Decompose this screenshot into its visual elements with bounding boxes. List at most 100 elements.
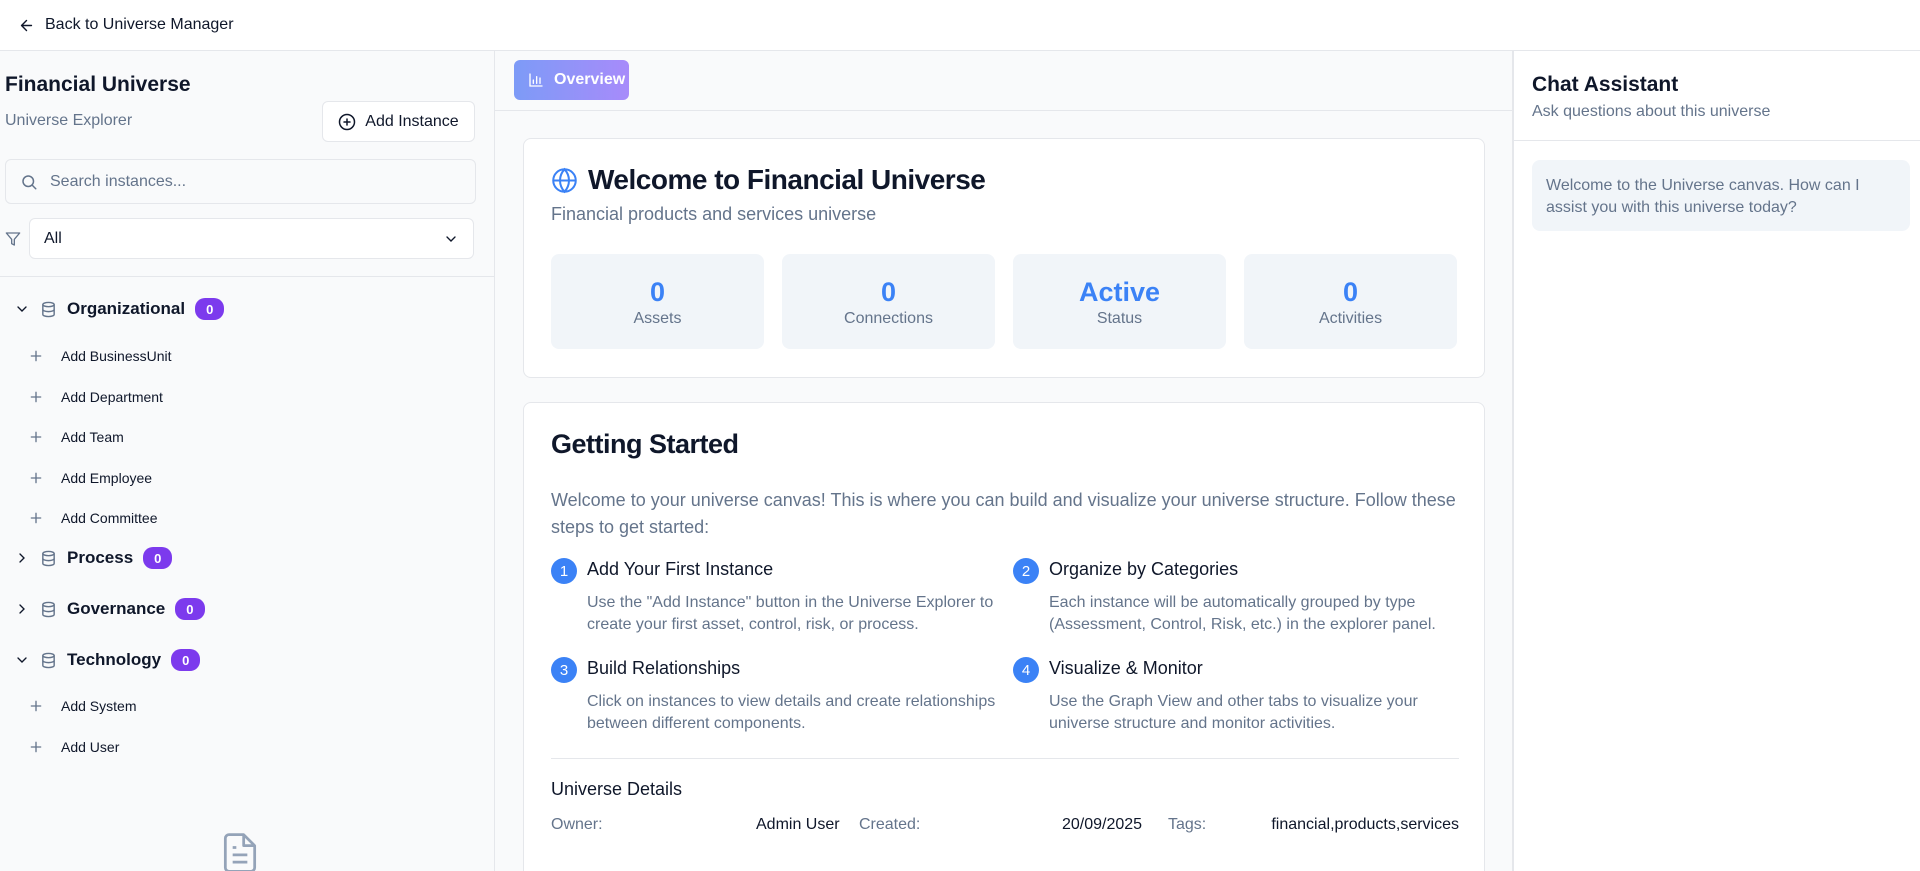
universe-details-title: Universe Details xyxy=(551,779,683,799)
welcome-subtitle: Financial products and services universe xyxy=(551,204,877,224)
arrow-left-icon xyxy=(20,19,33,31)
stat-connections: 0 Connections xyxy=(782,254,995,349)
created-label: Created: xyxy=(859,816,921,833)
step-number: 1 xyxy=(551,558,577,584)
stat-status: Active Status xyxy=(1013,254,1226,349)
step-title: Build Relationships xyxy=(587,658,741,678)
count-badge: 0 xyxy=(195,298,225,320)
tags-value: financial,products,services xyxy=(1271,816,1459,833)
add-instance-button[interactable]: Add Instance xyxy=(322,101,475,142)
divider xyxy=(551,758,1459,759)
category-governance[interactable]: Governance 0 xyxy=(14,596,205,622)
step-number: 2 xyxy=(1013,558,1039,584)
step-number: 3 xyxy=(551,657,577,683)
created-value: 20/09/2025 xyxy=(1062,816,1143,833)
universe-explorer-sidebar: Financial Universe Universe Explorer Add… xyxy=(0,51,495,871)
step-number: 4 xyxy=(1013,657,1039,683)
tags-label: Tags: xyxy=(1168,816,1207,833)
search-input[interactable] xyxy=(50,172,450,191)
welcome-heading: Welcome to Financial Universe xyxy=(551,164,986,196)
step-title: Visualize & Monitor xyxy=(1049,658,1203,678)
filter-row: All xyxy=(5,218,474,259)
plus-circle-icon xyxy=(339,113,356,130)
getting-started-intro: Welcome to your universe canvas! This is… xyxy=(551,490,1456,537)
step-title: Add Your First Instance xyxy=(587,559,774,579)
back-to-universe-manager-link[interactable]: Back to Universe Manager xyxy=(18,16,234,34)
chevron-right-icon xyxy=(19,604,25,614)
count-badge: 0 xyxy=(143,547,173,569)
assistant-message: Welcome to the Universe canvas. How can … xyxy=(1532,160,1910,231)
welcome-card: Welcome to Financial Universe Financial … xyxy=(523,138,1485,378)
add-item-label: Add System xyxy=(61,698,137,714)
category-label: Technology xyxy=(67,650,162,669)
chevron-down-icon xyxy=(17,306,27,312)
add-item-label: Add User xyxy=(61,739,120,755)
getting-started-card: Getting Started Welcome to your universe… xyxy=(523,402,1485,871)
bar-chart-icon xyxy=(529,73,543,87)
chat-header: Chat Assistant Ask questions about this … xyxy=(1514,51,1920,141)
welcome-title: Welcome to Financial Universe xyxy=(588,164,986,195)
file-text-icon xyxy=(223,833,257,871)
category-filter-select[interactable]: All xyxy=(29,218,474,259)
count-badge: 0 xyxy=(175,598,205,620)
category-technology[interactable]: Technology 0 xyxy=(14,647,201,673)
plus-icon xyxy=(30,391,42,403)
search-instances-box xyxy=(5,159,476,204)
add-committee-item[interactable]: Add Committee xyxy=(28,507,157,529)
add-item-label: Add Employee xyxy=(61,470,153,486)
count-badge: 0 xyxy=(171,649,201,671)
explorer-subtitle: Universe Explorer xyxy=(5,112,133,129)
plus-icon xyxy=(30,512,42,524)
chat-title: Chat Assistant xyxy=(1532,73,1679,96)
add-user-item[interactable]: Add User xyxy=(28,736,119,758)
step-description: Use the "Add Instance" button in the Uni… xyxy=(587,594,994,633)
main-content: Overview Welcome to Financial Universe F… xyxy=(495,51,1512,871)
category-organizational[interactable]: Organizational 0 xyxy=(14,296,225,322)
stat-label: Activities xyxy=(1318,309,1383,327)
add-item-label: Add Committee xyxy=(61,510,158,526)
chat-assistant-panel: Chat Assistant Ask questions about this … xyxy=(1512,51,1920,871)
owner-label: Owner: xyxy=(551,816,603,833)
getting-started-title: Getting Started xyxy=(551,429,739,459)
chevron-right-icon xyxy=(19,553,25,563)
step-description: Click on instances to view details and c… xyxy=(587,693,996,732)
category-process[interactable]: Process 0 xyxy=(14,545,173,571)
top-bar: Back to Universe Manager xyxy=(0,0,1920,51)
filter-selected-value: All xyxy=(44,229,62,247)
plus-icon xyxy=(30,350,42,362)
category-label: Governance xyxy=(67,599,166,618)
add-employee-item[interactable]: Add Employee xyxy=(28,467,152,489)
step-description: Use the Graph View and other tabs to vis… xyxy=(1049,693,1418,732)
add-team-item[interactable]: Add Team xyxy=(28,426,124,448)
database-icon xyxy=(42,601,55,617)
search-icon xyxy=(22,174,37,189)
add-system-item[interactable]: Add System xyxy=(28,695,136,717)
tab-overview[interactable]: Overview xyxy=(514,60,629,100)
stat-value: 0 xyxy=(1342,276,1359,307)
add-businessunit-item[interactable]: Add BusinessUnit xyxy=(28,345,172,367)
add-department-item[interactable]: Add Department xyxy=(28,386,163,408)
globe-icon xyxy=(552,167,577,193)
universe-title: Financial Universe xyxy=(5,73,191,96)
tab-bar: Overview xyxy=(495,51,1512,111)
add-item-label: Add Team xyxy=(61,429,124,445)
add-instance-label: Add Instance xyxy=(365,112,459,130)
plus-icon xyxy=(30,700,42,712)
stat-activities: 0 Activities xyxy=(1244,254,1457,349)
database-icon xyxy=(42,652,55,668)
chevron-down-icon xyxy=(446,235,456,242)
category-label: Process xyxy=(67,548,134,567)
back-label: Back to Universe Manager xyxy=(45,16,234,33)
stat-value: Active xyxy=(1078,276,1161,307)
plus-icon xyxy=(30,472,42,484)
category-label: Organizational xyxy=(67,299,186,318)
owner-value: Admin User xyxy=(756,816,840,833)
universe-details-row: Owner: Admin User Created: 20/09/2025 Ta… xyxy=(551,816,1459,838)
step-description: Each instance will be automatically grou… xyxy=(1049,594,1436,633)
chat-subtitle: Ask questions about this universe xyxy=(1532,103,1771,120)
stat-assets: 0 Assets xyxy=(551,254,764,349)
sidebar-header: Financial Universe Universe Explorer Add… xyxy=(0,51,494,277)
add-item-label: Add Department xyxy=(61,389,163,405)
stat-label: Connections xyxy=(844,309,933,327)
stat-value: 0 xyxy=(880,276,897,307)
